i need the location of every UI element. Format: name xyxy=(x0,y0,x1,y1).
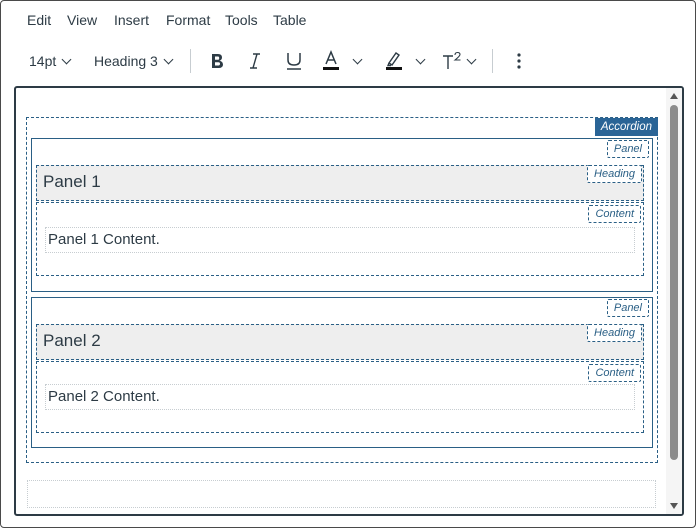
panel-tag: Panel xyxy=(606,299,649,317)
heading-tag: Heading xyxy=(587,324,642,342)
panel-content-2[interactable]: Content Panel 2 Content. xyxy=(36,361,644,433)
panel-content-paragraph[interactable]: Panel 2 Content. xyxy=(45,384,635,410)
accordion-tag: Accordion xyxy=(594,118,658,136)
content-tag: Content xyxy=(588,205,641,223)
italic-icon xyxy=(250,53,260,69)
bold-icon xyxy=(212,54,223,68)
panel-heading-1[interactable]: Panel 1 Heading xyxy=(36,165,644,201)
chevron-down-icon xyxy=(61,54,72,64)
menu-format[interactable]: Format xyxy=(166,12,210,28)
highlight-icon xyxy=(386,52,402,70)
accordion[interactable]: Accordion Panel Panel 1 Heading Content … xyxy=(26,117,658,463)
scrollbar[interactable] xyxy=(666,88,682,514)
more-button[interactable] xyxy=(513,50,525,72)
toolbar-divider xyxy=(190,49,191,73)
menu-view[interactable]: View xyxy=(67,12,97,28)
empty-paragraph[interactable] xyxy=(27,480,656,508)
block-format-select[interactable]: Heading 3 xyxy=(94,50,174,72)
accordion-panel-1[interactable]: Panel Panel 1 Heading Content Panel 1 Co… xyxy=(31,138,653,292)
text-color-button[interactable] xyxy=(322,50,363,72)
more-vertical-icon xyxy=(517,53,521,69)
scroll-up-icon[interactable] xyxy=(670,93,678,99)
text-color-icon xyxy=(323,50,339,70)
font-size-value: 14pt xyxy=(29,53,57,69)
chevron-down-icon[interactable] xyxy=(466,54,477,64)
menu-bar: Edit View Insert Format Tools Table xyxy=(1,1,695,41)
panel-heading-text[interactable]: Panel 2 xyxy=(43,331,101,351)
scrollbar-thumb[interactable] xyxy=(670,105,678,460)
panel-content-text[interactable]: Panel 2 Content. xyxy=(48,388,160,405)
underline-icon xyxy=(287,53,301,70)
heading-tag: Heading xyxy=(587,165,642,183)
panel-content-paragraph[interactable]: Panel 1 Content. xyxy=(45,227,635,253)
chevron-down-icon xyxy=(163,54,174,64)
panel-content-text[interactable]: Panel 1 Content. xyxy=(48,231,160,248)
bold-button[interactable] xyxy=(209,50,225,72)
panel-content-1[interactable]: Content Panel 1 Content. xyxy=(36,202,644,276)
italic-button[interactable] xyxy=(248,50,262,72)
highlight-button[interactable] xyxy=(385,50,426,72)
toolbar: 14pt Heading 3 xyxy=(1,41,695,81)
toolbar-divider xyxy=(492,49,493,73)
menu-insert[interactable]: Insert xyxy=(114,12,149,28)
chevron-down-icon[interactable] xyxy=(415,54,426,64)
scroll-down-icon[interactable] xyxy=(670,503,678,509)
menu-edit[interactable]: Edit xyxy=(27,12,51,28)
panel-tag: Panel xyxy=(606,140,649,158)
rich-content-editor: Edit View Insert Format Tools Table 14pt… xyxy=(0,0,696,528)
accordion-panel-2[interactable]: Panel Panel 2 Heading Content Panel 2 Co… xyxy=(31,297,653,448)
block-format-value: Heading 3 xyxy=(94,53,158,69)
content-tag: Content xyxy=(588,364,641,382)
panel-heading-2[interactable]: Panel 2 Heading xyxy=(36,324,644,360)
superscript-button[interactable] xyxy=(442,50,477,72)
superscript-icon xyxy=(443,51,461,69)
menu-tools[interactable]: Tools xyxy=(225,12,258,28)
underline-button[interactable] xyxy=(285,50,303,72)
chevron-down-icon[interactable] xyxy=(352,54,363,64)
editor-content-area[interactable]: Accordion Panel Panel 1 Heading Content … xyxy=(14,86,684,516)
panel-heading-text[interactable]: Panel 1 xyxy=(43,172,101,192)
menu-table[interactable]: Table xyxy=(273,12,306,28)
font-size-select[interactable]: 14pt xyxy=(29,50,72,72)
